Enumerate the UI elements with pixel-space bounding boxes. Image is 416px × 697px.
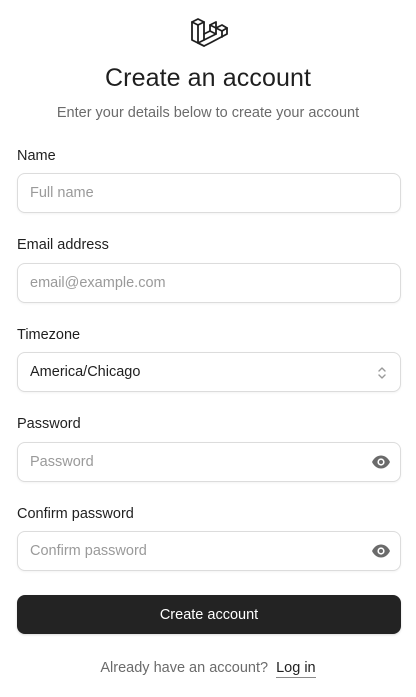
eye-icon[interactable]	[371, 454, 391, 470]
name-field-container	[17, 173, 401, 213]
confirm-password-label: Confirm password	[17, 506, 134, 522]
confirm-password-field-container	[17, 531, 401, 571]
laravel-logo-icon	[191, 18, 228, 47]
login-link[interactable]: Log in	[276, 660, 316, 678]
timezone-select[interactable]: America/Chicago	[17, 352, 401, 392]
eye-icon[interactable]	[371, 543, 391, 559]
password-field-container	[17, 442, 401, 482]
email-input[interactable]	[30, 264, 360, 302]
email-label: Email address	[17, 237, 109, 253]
login-prompt: Already have an account? Log in	[0, 660, 416, 678]
name-label: Name	[17, 148, 56, 164]
page-subtitle: Enter your details below to create your …	[56, 105, 360, 121]
chevron-up-down-icon	[378, 367, 386, 379]
create-account-button[interactable]: Create account	[17, 595, 401, 634]
email-field-container	[17, 263, 401, 303]
confirm-password-input[interactable]	[30, 532, 360, 570]
login-question: Already have an account?	[100, 660, 269, 676]
password-label: Password	[17, 416, 81, 432]
timezone-value: America/Chicago	[30, 364, 141, 380]
password-input[interactable]	[30, 443, 360, 481]
page-title: Create an account	[105, 64, 311, 92]
timezone-label: Timezone	[17, 327, 81, 343]
name-input[interactable]	[30, 174, 360, 212]
